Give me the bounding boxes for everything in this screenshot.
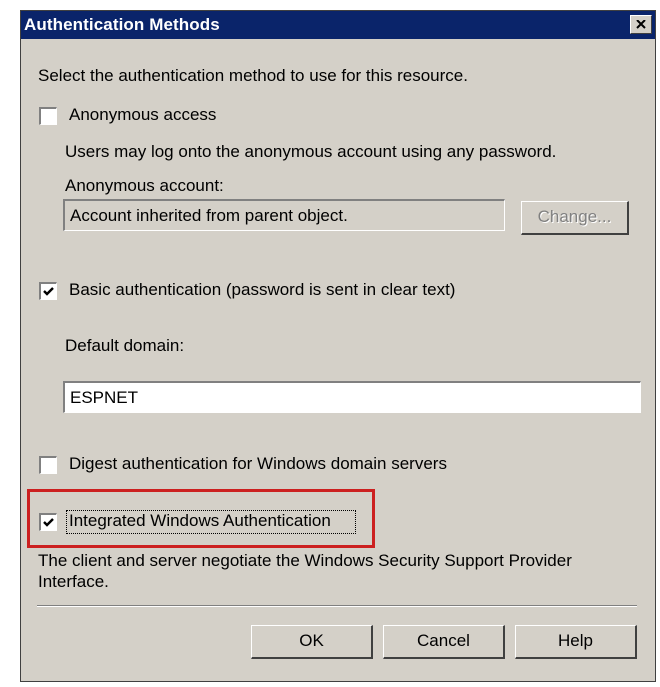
basic-authentication-checkbox[interactable] — [39, 282, 57, 300]
anonymous-account-field: Account inherited from parent object. — [63, 199, 505, 231]
checkmark-icon — [43, 287, 54, 296]
dialog-title: Authentication Methods — [24, 15, 220, 34]
instruction-text: Select the authentication method to use … — [38, 66, 468, 85]
authentication-methods-dialog: Authentication Methods Select the authen… — [20, 10, 656, 682]
separator — [37, 605, 637, 607]
default-domain-label: Default domain: — [65, 336, 185, 355]
digest-authentication-checkbox[interactable] — [39, 456, 57, 474]
help-button-label: Help — [558, 631, 593, 650]
integrated-description-line2: Interface. — [38, 572, 109, 591]
ok-button-label: OK — [299, 631, 324, 650]
default-domain-value: ESPNET — [70, 388, 139, 407]
digest-authentication-label[interactable]: Digest authentication for Windows domain… — [69, 454, 447, 474]
anonymous-access-label[interactable]: Anonymous access — [69, 105, 216, 125]
anonymous-account-value: Account inherited from parent object. — [70, 206, 348, 225]
ok-button[interactable]: OK — [251, 625, 373, 659]
highlight-annotation — [27, 489, 375, 548]
anonymous-access-checkbox[interactable] — [39, 107, 57, 125]
help-button[interactable]: Help — [515, 625, 637, 659]
anonymous-account-label: Anonymous account: — [65, 176, 224, 195]
default-domain-input[interactable]: ESPNET — [63, 381, 641, 413]
anonymous-description: Users may log onto the anonymous account… — [65, 142, 557, 161]
basic-authentication-label[interactable]: Basic authentication (password is sent i… — [69, 280, 455, 300]
title-bar[interactable]: Authentication Methods — [21, 11, 655, 39]
change-button[interactable]: Change... — [521, 201, 629, 235]
close-icon — [636, 20, 646, 29]
cancel-button-label: Cancel — [417, 631, 470, 650]
integrated-description-line1: The client and server negotiate the Wind… — [38, 551, 572, 570]
close-button[interactable] — [630, 15, 652, 34]
cancel-button[interactable]: Cancel — [383, 625, 505, 659]
change-button-label: Change... — [537, 207, 612, 226]
